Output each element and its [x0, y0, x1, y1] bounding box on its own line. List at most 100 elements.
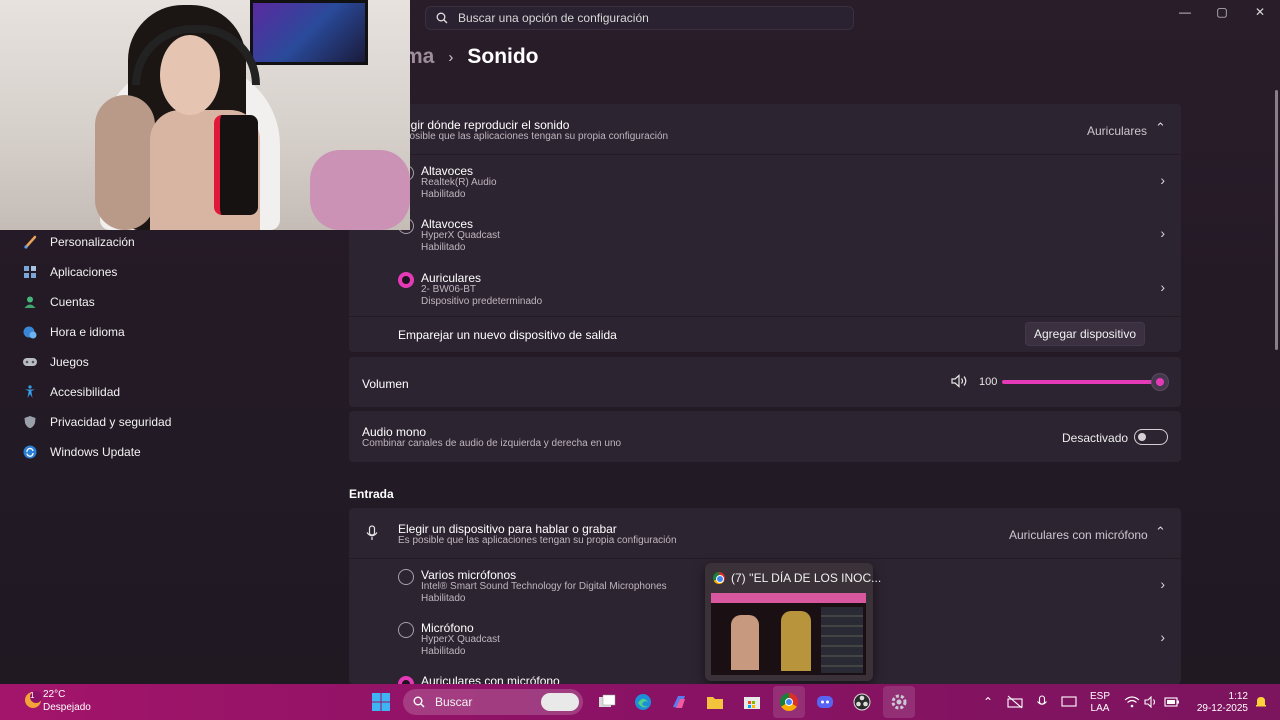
- sidebar-item-personalizacion[interactable]: Personalización: [22, 227, 135, 257]
- chevron-right-icon: ›: [448, 48, 454, 66]
- mono-audio-title: Audio mono: [362, 425, 427, 439]
- output-device-row[interactable]: Auriculares 2- BW06-BT Dispositivo prede…: [349, 262, 1181, 314]
- sidebar-item-privacidad[interactable]: Privacidad y seguridad: [22, 407, 171, 437]
- weather-temp: 22°C: [43, 689, 66, 700]
- chevron-up-icon[interactable]: ⌃: [1155, 120, 1166, 136]
- language-top: ESP: [1089, 691, 1110, 702]
- wifi-icon[interactable]: [1121, 692, 1143, 712]
- chevron-up-icon[interactable]: ⌃: [1155, 524, 1166, 540]
- globe-clock-icon: [22, 324, 38, 340]
- chevron-up-icon[interactable]: ⌃: [977, 692, 999, 712]
- edge-icon[interactable]: [632, 692, 654, 712]
- device-radio-selected[interactable]: [398, 676, 414, 684]
- webcam-pillow: [310, 150, 410, 230]
- display-icon[interactable]: [1058, 692, 1080, 712]
- search-icon: [413, 696, 425, 708]
- webcam-microphone: [214, 115, 258, 215]
- chevron-right-icon: ›: [1160, 172, 1165, 188]
- webcam-arm: [95, 95, 155, 230]
- add-device-button[interactable]: Agregar dispositivo: [1025, 322, 1145, 346]
- store-icon[interactable]: [741, 692, 763, 712]
- notification-icon[interactable]: [1250, 692, 1272, 712]
- language-indicator[interactable]: ESP LAA: [1088, 691, 1112, 715]
- search-placeholder: Buscar una opción de configuración: [458, 11, 649, 25]
- clock-date: 29-12-2025: [1196, 703, 1248, 714]
- mono-audio-toggle[interactable]: [1134, 429, 1168, 445]
- network-off-icon[interactable]: [1004, 692, 1026, 712]
- device-name: Micrófono: [421, 621, 474, 635]
- divider: [349, 154, 1181, 155]
- settings-search-input[interactable]: Buscar una opción de configuración: [425, 6, 854, 30]
- taskbar-thumbnail-preview[interactable]: (7) ''EL DÍA DE LOS INOC...: [705, 563, 881, 681]
- weather-badge: 1: [30, 691, 35, 700]
- maximize-button[interactable]: ▢: [1203, 0, 1241, 24]
- scrollbar[interactable]: [1275, 90, 1278, 350]
- sidebar-item-hora-idioma[interactable]: Hora e idioma: [22, 317, 125, 347]
- output-device-row[interactable]: Altavoces HyperX Quadcast Habilitado ›: [349, 209, 1181, 261]
- close-button[interactable]: ✕: [1241, 0, 1279, 24]
- input-subtitle: Es posible que las aplicaciones tengan s…: [398, 535, 677, 546]
- divider: [349, 558, 1181, 559]
- volume-slider-track[interactable]: [1002, 380, 1160, 384]
- sidebar-item-label: Aplicaciones: [50, 265, 118, 279]
- sidebar-item-label: Personalización: [50, 235, 135, 249]
- breadcrumb: ma › Sonido: [404, 40, 539, 74]
- sidebar-item-juegos[interactable]: Juegos: [22, 347, 89, 377]
- volume-icon[interactable]: [1141, 692, 1163, 712]
- accessibility-icon: [22, 384, 38, 400]
- thumbnail-title: (7) ''EL DÍA DE LOS INOC...: [731, 571, 882, 585]
- output-title: egir dónde reproducir el sonido: [404, 118, 570, 132]
- sidebar-item-windows-update[interactable]: Windows Update: [22, 437, 141, 467]
- discord-icon[interactable]: [814, 692, 836, 712]
- start-icon[interactable]: [370, 692, 392, 712]
- input-title: Elegir un dispositivo para hablar o grab…: [398, 522, 617, 536]
- minimize-button[interactable]: —: [1166, 0, 1204, 24]
- settings-gear-icon[interactable]: [888, 692, 910, 712]
- device-status: Habilitado: [421, 593, 466, 604]
- search-highlight-icon: [541, 693, 579, 711]
- update-icon: [22, 444, 38, 460]
- device-status: Habilitado: [421, 646, 466, 657]
- microphone-icon[interactable]: [1031, 692, 1053, 712]
- device-driver: Intel® Smart Sound Technology for Digita…: [421, 581, 667, 592]
- sidebar-item-label: Hora e idioma: [50, 325, 125, 339]
- thumbnail-image: [711, 593, 866, 675]
- output-device-row[interactable]: Altavoces Realtek(R) Audio Habilitado ›: [349, 156, 1181, 208]
- taskbar-search-label: Buscar: [435, 695, 473, 709]
- person-icon: [22, 294, 38, 310]
- sidebar-item-accesibilidad[interactable]: Accesibilidad: [22, 377, 120, 407]
- webcam-overlay: [0, 0, 410, 230]
- chrome-icon: [713, 572, 725, 584]
- device-status: Dispositivo predeterminado: [421, 296, 543, 307]
- device-radio[interactable]: [398, 622, 414, 638]
- device-name: Auriculares: [421, 271, 482, 285]
- mono-audio-subtitle: Combinar canales de audio de izquierda y…: [362, 438, 622, 449]
- chrome-taskbar-icon[interactable]: [778, 692, 800, 712]
- device-radio[interactable]: [398, 569, 414, 585]
- chevron-right-icon: ›: [1160, 629, 1165, 645]
- device-driver: 2- BW06-BT: [421, 284, 477, 295]
- language-bottom: LAA: [1090, 703, 1110, 714]
- speaker-icon[interactable]: [951, 374, 969, 393]
- sidebar-item-cuentas[interactable]: Cuentas: [22, 287, 95, 317]
- task-view-icon[interactable]: [596, 692, 618, 712]
- clock[interactable]: 1:12 29-12-2025: [1188, 691, 1248, 715]
- obs-icon[interactable]: [851, 692, 873, 712]
- sidebar-item-aplicaciones[interactable]: Aplicaciones: [22, 257, 117, 287]
- output-selected-value: Auriculares: [1087, 124, 1148, 138]
- volume-slider-thumb[interactable]: [1151, 373, 1169, 391]
- taskbar-search[interactable]: Buscar: [403, 689, 583, 715]
- copilot-icon[interactable]: [668, 692, 690, 712]
- clock-time: 1:12: [1228, 691, 1248, 702]
- folder-icon[interactable]: [704, 692, 726, 712]
- device-driver: HyperX Quadcast: [421, 230, 500, 241]
- search-icon: [436, 12, 448, 24]
- webcam-wall-art: [250, 0, 368, 65]
- device-name: Altavoces: [421, 217, 474, 231]
- battery-icon[interactable]: [1161, 692, 1183, 712]
- volume-value: 100: [979, 376, 998, 388]
- device-status: Habilitado: [421, 242, 466, 253]
- page-title: Sonido: [467, 45, 539, 68]
- input-selected-value: Auriculares con micrófono: [1009, 528, 1148, 542]
- device-radio-selected[interactable]: [398, 272, 414, 288]
